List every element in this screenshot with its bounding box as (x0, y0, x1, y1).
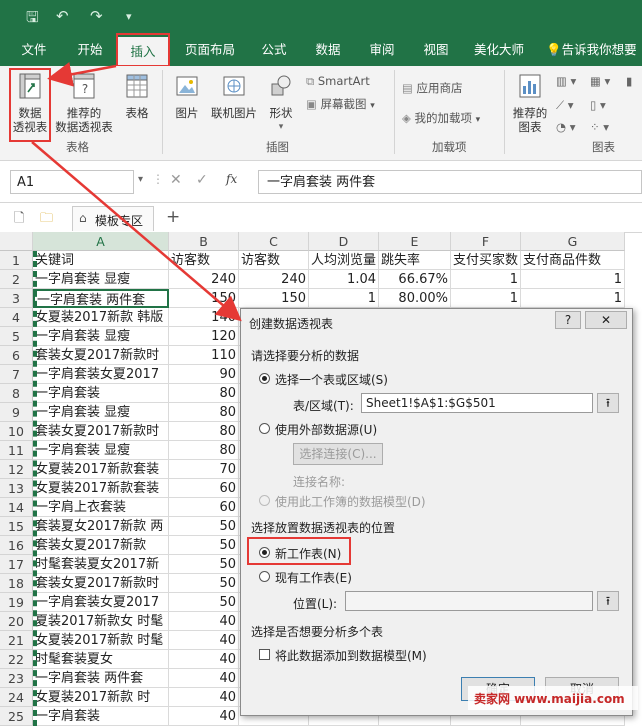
arrow-pivot-to-dialog (31, 141, 242, 322)
arrow-insert-to-pivot (47, 62, 117, 87)
watermark-text: 卖家网 www.maijia.com (474, 692, 625, 706)
annotation-arrows (31, 62, 242, 322)
watermark: 卖家网 www.maijia.com (468, 686, 638, 710)
